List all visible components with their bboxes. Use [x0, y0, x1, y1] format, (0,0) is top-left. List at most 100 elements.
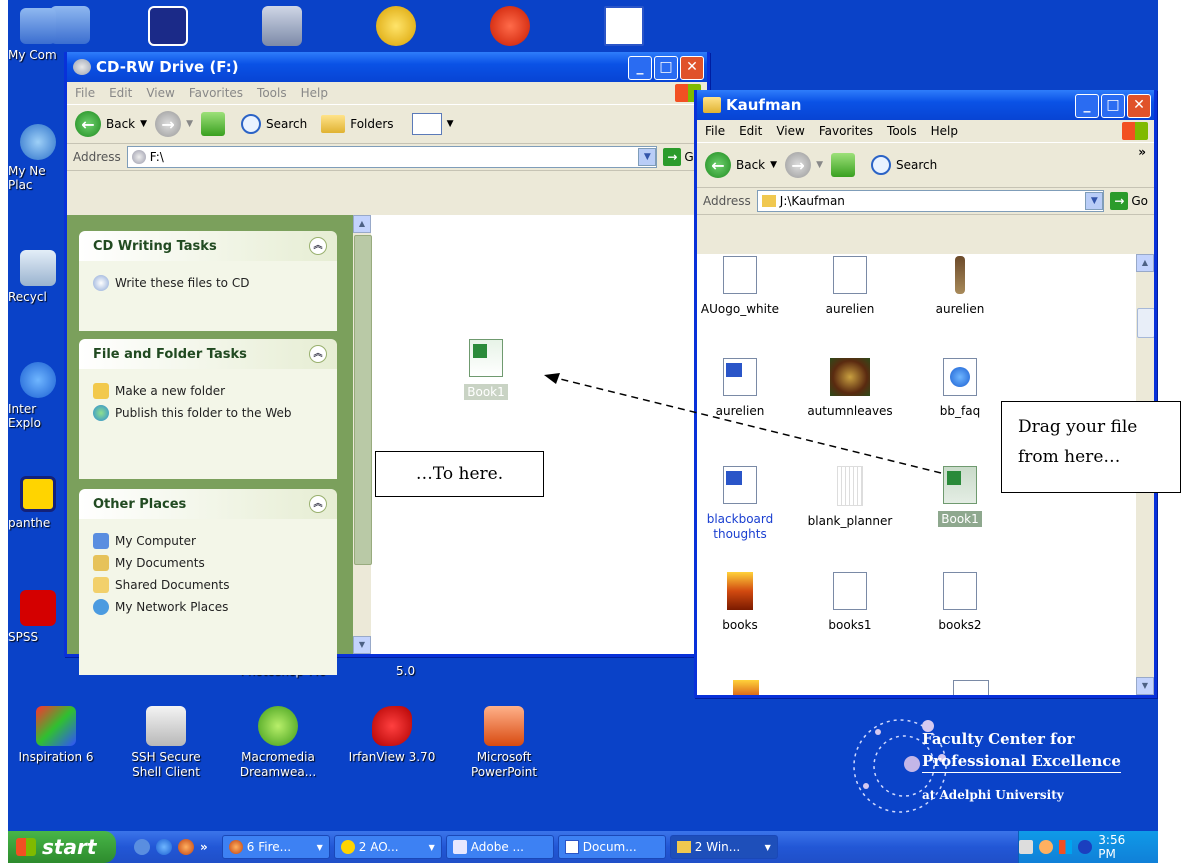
menu-edit[interactable]: Edit — [739, 124, 762, 138]
collapse-chevron-icon[interactable]: ︽ — [309, 495, 327, 513]
desktop-icon-flash[interactable] — [458, 6, 562, 50]
close-button[interactable]: ✕ — [1127, 94, 1151, 118]
search-button[interactable]: Search — [870, 155, 937, 175]
place-shared-documents[interactable]: Shared Documents — [93, 577, 323, 593]
left-icon-4[interactable]: panthe — [8, 476, 68, 530]
collapse-chevron-icon[interactable]: ︽ — [309, 345, 327, 363]
task-windows-explorer[interactable]: 2 Win... ▼ — [669, 835, 778, 859]
search-button[interactable]: Search — [240, 114, 307, 134]
forward-button[interactable]: → ▼ — [785, 152, 823, 178]
partial-doc-icon[interactable] — [953, 680, 989, 695]
scroll-up-arrow-icon[interactable]: ▲ — [1136, 254, 1154, 272]
maximize-button[interactable]: □ — [654, 56, 678, 80]
version-label[interactable]: 5.0 — [396, 664, 415, 678]
task-new-folder[interactable]: Make a new folder — [93, 383, 323, 399]
scroll-thumb[interactable] — [354, 235, 372, 565]
toolbar-overflow-button[interactable]: » — [1138, 145, 1146, 159]
desktop-icon-ssh-client[interactable]: SSH Secure Shell Client — [114, 706, 218, 780]
file-aurelien-2[interactable]: aurelien — [915, 256, 1005, 317]
up-folder-icon[interactable] — [830, 153, 855, 177]
desktop-icon-ssh-transfer[interactable] — [116, 6, 220, 50]
desktop-icon-word[interactable] — [572, 6, 676, 50]
up-folder-icon[interactable] — [200, 112, 225, 136]
menu-view[interactable]: View — [146, 86, 174, 100]
back-button[interactable]: ← Back ▼ — [705, 152, 777, 178]
desktop-icon-fireworks[interactable] — [344, 6, 448, 50]
cd-window-titlebar[interactable]: CD-RW Drive (F:) _ □ ✕ — [67, 52, 707, 82]
tasks-scrollbar[interactable]: ▲ ▼ — [353, 215, 372, 654]
file-blank-planner[interactable]: blank_planner — [805, 466, 895, 529]
file-blackboard-thoughts[interactable]: blackboard thoughts — [697, 466, 785, 542]
address-input[interactable]: J:\Kaufman ▼ — [756, 190, 1105, 212]
desktop-icon-network-search[interactable] — [230, 6, 334, 50]
firefox-icon[interactable] — [178, 839, 194, 855]
close-button[interactable]: ✕ — [680, 56, 704, 80]
back-button[interactable]: ← Back ▼ — [75, 111, 147, 137]
file-aurelien-1[interactable]: aurelien — [805, 256, 895, 317]
menu-file[interactable]: File — [75, 86, 95, 100]
left-icon-1[interactable]: My Ne Plac — [8, 124, 68, 192]
menu-help[interactable]: Help — [301, 86, 328, 100]
file-auogo-white[interactable]: AUogo_white — [697, 256, 785, 317]
task-publish-web[interactable]: Publish this folder to the Web — [93, 405, 323, 421]
menu-file[interactable]: File — [705, 124, 725, 138]
file-books[interactable]: books — [697, 572, 785, 633]
panel-header[interactable]: CD Writing Tasks ︽ — [79, 231, 337, 261]
place-network-places[interactable]: My Network Places — [93, 599, 323, 615]
place-my-computer[interactable]: My Computer — [93, 533, 323, 549]
left-icon-0[interactable]: My Com — [8, 8, 68, 62]
menu-help[interactable]: Help — [931, 124, 958, 138]
panel-header[interactable]: Other Places ︽ — [79, 489, 337, 519]
address-dropdown-button[interactable]: ▼ — [638, 148, 657, 166]
internet-explorer-icon[interactable] — [156, 839, 172, 855]
task-document[interactable]: Docum... — [557, 835, 666, 859]
forward-button[interactable]: → ▼ — [155, 111, 193, 137]
menu-edit[interactable]: Edit — [109, 86, 132, 100]
desktop-icon-powerpoint[interactable]: Microsoft PowerPoint — [452, 706, 556, 780]
file-books1[interactable]: books1 — [805, 572, 895, 633]
menu-favorites[interactable]: Favorites — [819, 124, 873, 138]
cd-rw-window[interactable]: CD-RW Drive (F:) _ □ ✕ File Edit View Fa… — [64, 52, 710, 675]
panel-header[interactable]: File and Folder Tasks ︽ — [79, 339, 337, 369]
messenger-icon[interactable] — [1058, 840, 1073, 854]
kaufman-window[interactable]: Kaufman _ □ ✕ File Edit View Favorites T… — [694, 90, 1157, 698]
desktop-icon-irfanview[interactable]: IrfanView 3.70 — [340, 706, 444, 765]
menu-view[interactable]: View — [776, 124, 804, 138]
task-write-files[interactable]: Write these files to CD — [93, 275, 323, 291]
start-button[interactable]: start — [8, 831, 116, 863]
minimize-button[interactable]: _ — [628, 56, 652, 80]
desktop-icon-dreamweaver[interactable]: Macromedia Dreamwea... — [226, 706, 330, 780]
collapse-chevron-icon[interactable]: ︽ — [309, 237, 327, 255]
task-aol[interactable]: 2 AO... ▼ — [333, 835, 442, 859]
menu-favorites[interactable]: Favorites — [189, 86, 243, 100]
folders-button[interactable]: Folders — [321, 115, 394, 133]
desktop-icon-inspiration[interactable]: Inspiration 6 — [8, 706, 108, 765]
left-icon-3[interactable]: Inter Explo — [8, 362, 68, 430]
task-adobe[interactable]: Adobe ... — [445, 835, 554, 859]
scroll-down-arrow-icon[interactable]: ▼ — [1136, 677, 1154, 695]
address-input[interactable]: F:\ ▼ — [126, 146, 658, 168]
cd-file-book1[interactable]: Book1 — [441, 339, 531, 400]
tray-arrow-icon[interactable] — [1038, 840, 1053, 854]
kaufman-titlebar[interactable]: Kaufman _ □ ✕ — [697, 90, 1154, 120]
scroll-thumb[interactable] — [1137, 308, 1154, 338]
task-firefox[interactable]: 6 Fire... ▼ — [221, 835, 330, 859]
file-bb-faq[interactable]: bb_faq — [915, 358, 1005, 419]
file-books2[interactable]: books2 — [915, 572, 1005, 633]
scroll-down-arrow-icon[interactable]: ▼ — [353, 636, 371, 654]
quicklaunch-more-button[interactable]: » — [200, 840, 208, 854]
partial-image-icon[interactable] — [733, 680, 759, 695]
left-icon-2[interactable]: Recycl — [8, 250, 68, 304]
scroll-up-arrow-icon[interactable]: ▲ — [353, 215, 371, 233]
views-button[interactable]: ▼ — [411, 113, 453, 135]
help-icon[interactable] — [1078, 840, 1093, 854]
file-autumnleaves[interactable]: autumnleaves — [805, 358, 895, 419]
file-book1-selected[interactable]: Book1 — [915, 466, 1005, 527]
show-desktop-icon[interactable] — [134, 839, 150, 855]
address-dropdown-button[interactable]: ▼ — [1085, 192, 1104, 210]
menu-tools[interactable]: Tools — [887, 124, 917, 138]
maximize-button[interactable]: □ — [1101, 94, 1125, 118]
menu-tools[interactable]: Tools — [257, 86, 287, 100]
left-icon-5[interactable]: SPSS — [8, 590, 68, 644]
minimize-button[interactable]: _ — [1075, 94, 1099, 118]
